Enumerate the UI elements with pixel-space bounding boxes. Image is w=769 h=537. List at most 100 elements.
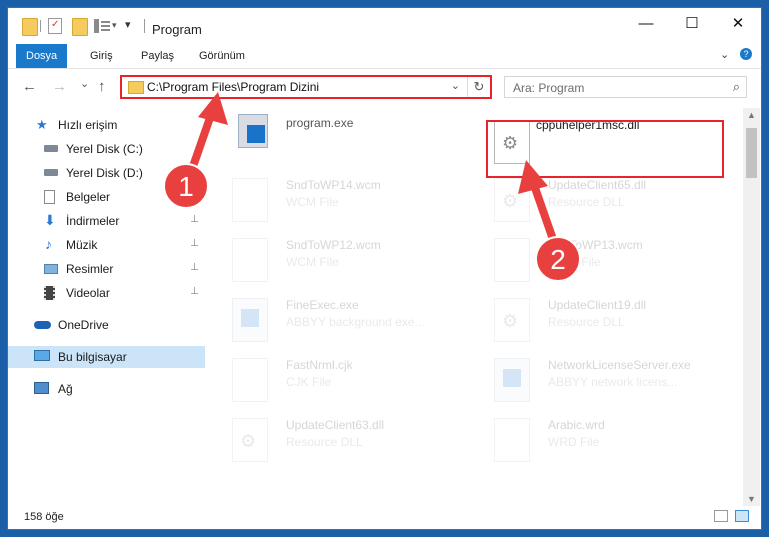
pin-icon[interactable]: ⊥ (190, 190, 199, 201)
file-icon (494, 418, 530, 462)
help-icon[interactable]: ? (740, 48, 752, 60)
exe-icon (232, 298, 268, 342)
sidebar-item-label: Yerel Disk (D:) (66, 166, 143, 180)
file-type: WCM File (548, 255, 601, 269)
file-icon (232, 238, 268, 282)
network-icon (34, 382, 49, 394)
file-item[interactable]: NetworkLicenseServer.exe ABBYY network l… (480, 352, 720, 410)
file-item[interactable]: FineExec.exe ABBYY background exe... (218, 292, 458, 350)
music-icon: ♪ (45, 236, 52, 252)
file-item[interactable]: UpdateClient65.dll Resource DLL (480, 172, 720, 230)
navigation-pane: ★ Hızlı erişim Yerel Disk (C:) Yerel Dis… (8, 108, 205, 503)
minimize-button[interactable]: — (623, 8, 669, 40)
expand-ribbon-icon[interactable]: ⌄ (720, 48, 729, 61)
details-view-icon[interactable] (714, 510, 728, 522)
sidebar-item-label: Hızlı erişim (58, 118, 118, 132)
address-bar[interactable]: C:\Program Files\Program Dizini ⌄ ↻ (120, 75, 492, 99)
file-name: UpdateClient63.dll (286, 418, 385, 432)
scroll-up-icon[interactable]: ▲ (747, 110, 756, 120)
sidebar-item-this-pc[interactable]: Bu bilgisayar (8, 346, 205, 368)
address-path[interactable]: C:\Program Files\Program Dizini (147, 80, 319, 94)
exe-icon (494, 358, 530, 402)
refresh-button[interactable]: ↻ (467, 77, 490, 97)
tab-dosya[interactable]: Dosya (16, 44, 68, 68)
file-type: CJK File (286, 375, 332, 389)
file-item[interactable]: SndToWP14.wcm WCM File (218, 172, 458, 230)
sidebar-item-label: Yerel Disk (C:) (66, 142, 143, 156)
exe-icon (238, 114, 268, 148)
sidebar-item-drive-d[interactable]: Yerel Disk (D:) (8, 162, 205, 184)
forward-button[interactable]: → (52, 78, 67, 95)
pin-icon[interactable]: ⊥ (190, 238, 199, 249)
file-name: SndToWP12.wcm (286, 238, 381, 252)
file-item[interactable]: SndToWP13.wcm WCM File (480, 232, 720, 290)
file-type: ABBYY background exe... (286, 315, 425, 329)
properties-icon[interactable]: ✓ (48, 18, 62, 34)
explorer-window: ✓ ▾ ▾ Program — ☐ ✕ Dosya Giriş Paylaş G… (8, 8, 761, 529)
file-type: WCM File (286, 195, 339, 209)
sidebar-item-network[interactable]: Ağ (8, 378, 205, 400)
file-item[interactable]: FastNrml.cjk CJK File (218, 352, 458, 410)
file-name: UpdateClient19.dll (548, 298, 647, 312)
pin-icon[interactable]: ⊥ (190, 286, 199, 297)
sidebar-item-videos[interactable]: Videolar ⊥ (8, 282, 205, 304)
file-type: Resource DLL (548, 315, 625, 329)
close-button[interactable]: ✕ (715, 8, 761, 40)
sidebar-item-label: İndirmeler (66, 214, 120, 228)
file-name: FineExec.exe (286, 298, 359, 312)
sidebar-item-documents[interactable]: Belgeler ⊥ (8, 186, 205, 208)
file-name: SndToWP13.wcm (548, 238, 643, 252)
sidebar-item-pictures[interactable]: Resimler ⊥ (8, 258, 205, 280)
tab-paylas[interactable]: Paylaş (131, 44, 184, 68)
large-icons-view-icon[interactable] (735, 510, 749, 522)
folder-icon (128, 81, 144, 94)
pictures-icon (44, 264, 58, 274)
sidebar-item-label: OneDrive (58, 318, 109, 332)
file-item[interactable]: Arabic.wrd WRD File (480, 412, 720, 470)
file-item[interactable]: cppuhelper1msc.dll (480, 114, 720, 172)
chevron-down-icon[interactable]: ▾ (112, 20, 117, 31)
navigation-bar: ← → ⌄ ↑ C:\Program Files\Program Dizini … (8, 69, 761, 103)
quick-access-toolbar-dropdown-icon[interactable]: ▾ (125, 18, 131, 31)
file-item[interactable]: SndToWP12.wcm WCM File (218, 232, 458, 290)
file-name: SndToWP14.wcm (286, 178, 381, 192)
file-type: WRD File (548, 435, 600, 449)
sidebar-item-drive-c[interactable]: Yerel Disk (C:) (8, 138, 205, 160)
customize-icon[interactable] (94, 19, 110, 33)
file-name: program.exe (286, 116, 354, 130)
scroll-down-icon[interactable]: ▼ (747, 494, 756, 504)
sidebar-item-downloads[interactable]: ⬇ İndirmeler ⊥ (8, 210, 205, 232)
folder-icon (22, 18, 38, 36)
back-button[interactable]: ← (22, 78, 37, 95)
tab-gorunum[interactable]: Görünüm (189, 44, 255, 68)
tab-giris[interactable]: Giriş (80, 44, 123, 68)
item-count: 158 öğe (24, 511, 64, 523)
window-title: Program (152, 22, 202, 37)
address-dropdown-icon[interactable]: ⌄ (451, 79, 460, 92)
up-button[interactable]: ↑ (98, 78, 106, 95)
scrollbar-thumb[interactable] (746, 128, 757, 178)
search-input[interactable] (511, 78, 715, 98)
drive-icon (44, 169, 58, 176)
pin-icon[interactable]: ⊥ (190, 214, 199, 225)
maximize-button[interactable]: ☐ (669, 8, 715, 40)
file-item[interactable]: program.exe (218, 110, 458, 168)
pin-icon[interactable]: ⊥ (190, 262, 199, 273)
sidebar-item-onedrive[interactable]: OneDrive (8, 314, 205, 336)
search-box[interactable]: ⌕ (504, 76, 747, 98)
documents-icon (44, 190, 55, 204)
file-item[interactable]: UpdateClient19.dll Resource DLL (480, 292, 720, 350)
sidebar-item-quick-access[interactable]: ★ Hızlı erişim (8, 114, 205, 136)
new-folder-icon[interactable] (72, 18, 88, 36)
sidebar-item-music[interactable]: ♪ Müzik ⊥ (8, 234, 205, 256)
vertical-scrollbar[interactable]: ▲ ▼ (743, 108, 760, 506)
download-icon: ⬇ (44, 212, 56, 228)
file-item[interactable]: UpdateClient63.dll Resource DLL (218, 412, 458, 470)
dll-gear-icon (232, 418, 268, 462)
sidebar-item-label: Bu bilgisayar (58, 350, 127, 364)
file-name: UpdateClient65.dll (548, 178, 647, 192)
title-bar: ✓ ▾ ▾ Program — ☐ ✕ (8, 8, 761, 44)
recent-locations-button[interactable]: ⌄ (80, 77, 89, 90)
file-name: NetworkLicenseServer.exe (548, 358, 691, 372)
ribbon-tabs: Dosya Giriş Paylaş Görünüm ⌄ ? (8, 44, 761, 69)
